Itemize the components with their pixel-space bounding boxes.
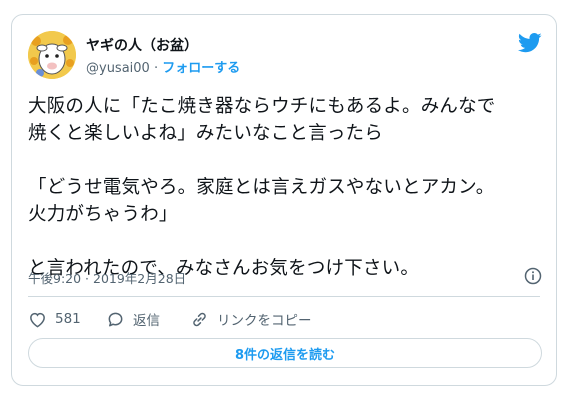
display-name[interactable]: ヤギの人（お盆） <box>86 35 198 55</box>
avatar[interactable] <box>28 31 76 79</box>
tweet-timestamp[interactable]: 午後9:20 · 2019年2月28日 <box>28 268 186 287</box>
info-icon[interactable] <box>524 267 542 285</box>
divider <box>28 296 540 297</box>
read-replies-button[interactable]: 8件の返信を読む <box>28 338 542 368</box>
avatar-goat-image <box>28 31 76 79</box>
like-button[interactable]: 581 <box>28 309 81 329</box>
tweet-text: 大阪の人に「たこ焼き器ならウチにもあるよ。みんなで 焼くと楽しいよね」みたいなこ… <box>28 96 496 279</box>
reply-button[interactable]: 返信 <box>106 309 160 329</box>
link-icon <box>193 312 206 326</box>
heart-icon <box>30 312 45 328</box>
separator-dot: · <box>153 61 159 76</box>
twitter-bird-icon[interactable] <box>518 33 542 53</box>
copy-link-label: リンクをコピー <box>217 313 312 329</box>
like-count: 581 <box>55 311 81 327</box>
reply-label: 返信 <box>133 313 160 329</box>
speech-bubble-icon <box>108 312 123 326</box>
follow-button[interactable]: フォローする <box>162 61 240 76</box>
copy-link-button[interactable]: リンクをコピー <box>190 309 312 329</box>
user-handle[interactable]: @yusai00 <box>86 61 150 76</box>
handle-row: @yusai00 · フォローする <box>86 57 240 76</box>
tweet-card: ヤギの人（お盆） @yusai00 · フォローする 大阪の人に「たこ焼き器なら… <box>11 14 557 386</box>
